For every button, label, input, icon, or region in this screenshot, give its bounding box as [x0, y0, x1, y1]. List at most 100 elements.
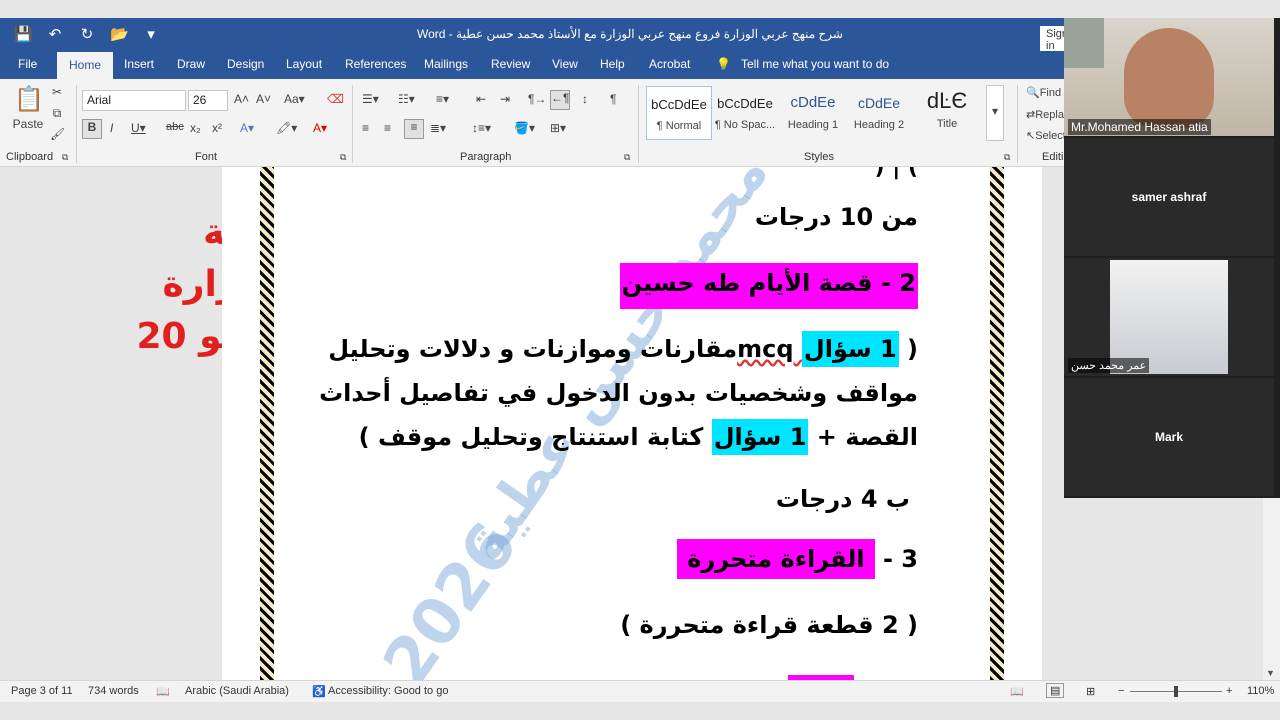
tab-home[interactable]: Home — [57, 52, 114, 79]
grow-font-icon[interactable]: A˄ — [234, 92, 249, 106]
tab-layout[interactable]: Layout — [286, 57, 322, 71]
participant-tile[interactable]: عمر محمد حسن — [1064, 258, 1274, 376]
copy-icon[interactable]: ⧉ — [50, 106, 64, 121]
customize-qat-icon[interactable]: ▾ — [142, 25, 160, 43]
show-marks-icon[interactable]: ¶ — [610, 92, 616, 106]
paste-label[interactable]: Paste — [10, 117, 46, 131]
dialog-launcher-icon[interactable]: ⧉ — [624, 152, 630, 163]
style-name: Title — [936, 118, 958, 130]
tab-insert[interactable]: Insert — [124, 57, 154, 71]
bullets-icon[interactable]: ☰▾ — [362, 92, 379, 106]
language-indicator[interactable]: Arabic (Saudi Arabia) — [185, 685, 289, 697]
text-effects-icon[interactable]: A▾ — [240, 121, 254, 135]
word-window: 💾 ↶ ↻ 📂 ▾ شرح منهج عربي الوزارة فروع منه… — [0, 0, 1280, 720]
tab-draw[interactable]: Draw — [177, 57, 205, 71]
question-text: كتابة استنتاج وتحليل موقف ) — [358, 423, 712, 451]
cut-icon[interactable]: ✂ — [50, 85, 64, 99]
select-button[interactable]: ↖Select — [1026, 129, 1066, 142]
read-mode-icon[interactable]: 📖 — [1010, 685, 1024, 698]
tab-references[interactable]: References — [345, 57, 406, 71]
accessibility-status[interactable]: Accessibility: Good to go — [328, 685, 448, 697]
proofing-icon[interactable]: 📖 — [156, 685, 170, 698]
participant-tile-host[interactable]: Mr.Mohamed Hassan atia — [1064, 18, 1274, 136]
font-color-icon[interactable]: A▾ — [313, 121, 327, 135]
style-sample: bCcDdEe — [651, 97, 707, 112]
tell-me-search[interactable]: Tell me what you want to do — [741, 57, 889, 71]
find-label: Find — [1039, 87, 1062, 99]
tab-review[interactable]: Review — [491, 57, 530, 71]
scroll-down-icon[interactable]: ▼ — [1266, 668, 1275, 678]
sign-in-button[interactable]: Sign in — [1040, 26, 1064, 54]
tab-view[interactable]: View — [552, 57, 578, 71]
shrink-font-icon[interactable]: A˅ — [256, 92, 271, 106]
line-spacing-icon[interactable]: ↕≡▾ — [472, 121, 491, 135]
superscript-icon[interactable]: x² — [212, 121, 222, 135]
align-center-icon[interactable]: ≡ — [384, 121, 391, 135]
paste-icon[interactable]: 📋 — [14, 85, 44, 115]
doc-heading-item-2: 2 - قصة الأيام طه حسين — [619, 263, 918, 309]
tab-mailings[interactable]: Mailings — [424, 57, 468, 71]
word-count[interactable]: 734 words — [88, 685, 139, 697]
web-layout-icon[interactable]: ⊞ — [1086, 685, 1095, 698]
decrease-indent-icon[interactable]: ⇤ — [476, 92, 486, 106]
style-heading-1[interactable]: cDdEe Heading 1 — [780, 86, 846, 140]
clipboard-group-label: Clipboard — [6, 151, 54, 163]
font-name-select[interactable]: Arial — [82, 90, 186, 111]
dialog-launcher-icon[interactable]: ⧉ — [62, 152, 68, 163]
numbering-icon[interactable]: ☷▾ — [398, 92, 415, 106]
subscript-icon[interactable]: x₂ — [190, 121, 201, 135]
dialog-launcher-icon[interactable]: ⧉ — [340, 152, 346, 163]
highlight-color-icon[interactable]: 🖍▾ — [276, 121, 297, 135]
page-border-right — [990, 167, 1004, 680]
shading-icon[interactable]: 🪣▾ — [514, 121, 535, 135]
find-button[interactable]: 🔍Find — [1026, 86, 1061, 99]
ltr-icon[interactable]: ¶→ — [528, 92, 546, 106]
sort-icon[interactable]: ↕ — [582, 92, 588, 106]
zoom-level[interactable]: 110% — [1247, 685, 1274, 697]
tab-help[interactable]: Help — [600, 57, 625, 71]
justify-icon[interactable]: ≣▾ — [430, 121, 446, 135]
italic-icon[interactable]: I — [110, 121, 113, 135]
style-normal[interactable]: bCcDdEe ¶ Normal — [646, 86, 712, 140]
zoom-out-icon[interactable]: − — [1118, 685, 1124, 697]
mcq-label: mcq — [737, 335, 802, 363]
page[interactable]: الأستاذ محمد حسن عطية 2026 ) | ( من 10 د… — [222, 167, 1042, 680]
bold-icon[interactable]: B — [82, 119, 102, 139]
clear-formatting-icon[interactable]: ⌫ — [327, 92, 344, 106]
style-name: ¶ No Spac... — [714, 119, 776, 131]
zoom-in-icon[interactable]: + — [1226, 685, 1232, 697]
borders-icon[interactable]: ⊞▾ — [550, 121, 566, 135]
style-sample: cDdEe — [857, 95, 901, 111]
underline-icon[interactable]: U▾ — [131, 121, 146, 135]
dialog-launcher-icon[interactable]: ⧉ — [1004, 152, 1010, 163]
align-right-icon[interactable]: ≡ — [404, 119, 424, 139]
increase-indent-icon[interactable]: ⇥ — [500, 92, 510, 106]
align-left-icon[interactable]: ≡ — [362, 121, 369, 135]
style-title[interactable]: dĿЄ Title — [914, 86, 980, 140]
tab-file[interactable]: File — [18, 57, 37, 71]
undo-icon[interactable]: ↶ — [46, 25, 64, 43]
save-icon[interactable]: 💾 — [14, 25, 33, 43]
document-area[interactable]: خطة الوزارة يونيو 20 الأستاذ محمد حسن عط… — [0, 167, 1064, 680]
participant-tile[interactable]: samer ashraf — [1064, 138, 1274, 256]
page-count[interactable]: Page 3 of 11 — [11, 685, 73, 697]
tab-acrobat[interactable]: Acrobat — [649, 57, 690, 71]
format-painter-icon[interactable]: 🖌 — [50, 127, 65, 141]
strikethrough-icon[interactable]: abc — [166, 121, 184, 133]
style-no-spacing[interactable]: bCcDdEe ¶ No Spac... — [712, 86, 778, 140]
print-layout-icon[interactable]: ▤ — [1046, 683, 1065, 698]
participant-name: Mr.Mohamed Hassan atia — [1068, 119, 1211, 135]
open-folder-icon[interactable]: 📂 — [110, 25, 129, 43]
rtl-icon[interactable]: ←¶ — [550, 90, 570, 110]
participant-tile[interactable]: Mark — [1064, 378, 1274, 496]
styles-gallery-more-icon[interactable]: ▾ — [986, 85, 1004, 141]
change-case-icon[interactable]: Aa▾ — [284, 92, 305, 106]
multilevel-list-icon[interactable]: ≡▾ — [436, 92, 449, 106]
font-size-select[interactable]: 26 — [188, 90, 228, 111]
style-sample: cDdEe — [790, 94, 836, 111]
style-heading-2[interactable]: cDdEe Heading 2 — [846, 86, 912, 140]
zoom-slider-thumb[interactable] — [1174, 686, 1178, 697]
highlight-question: 1 سؤال — [711, 419, 809, 455]
redo-icon[interactable]: ↻ — [78, 25, 96, 43]
tab-design[interactable]: Design — [227, 57, 264, 71]
